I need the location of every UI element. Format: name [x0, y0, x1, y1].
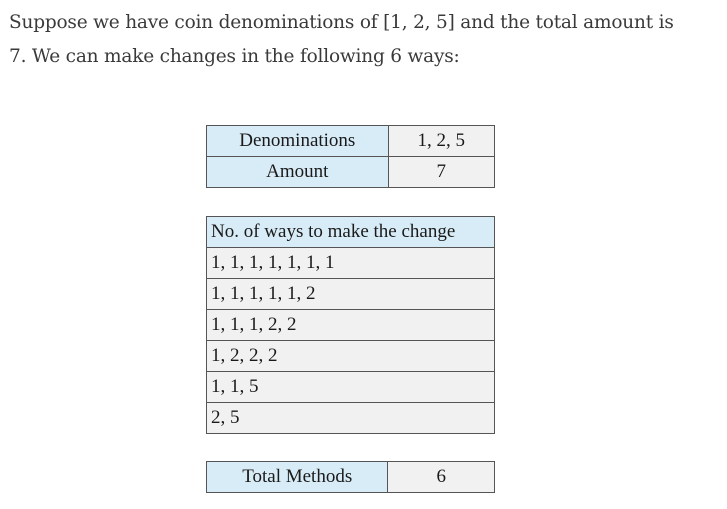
- total-methods-label: Total Methods: [205, 461, 389, 493]
- table-row: 1, 2, 2, 2: [206, 340, 495, 372]
- way-cell: 1, 1, 5: [206, 371, 495, 403]
- table-row: 1, 1, 1, 1, 1, 1, 1: [206, 247, 495, 279]
- table-row: 1, 1, 5: [206, 371, 495, 403]
- intro-text: Suppose we have coin denominations of [1…: [9, 6, 721, 74]
- input-table: Denominations 1, 2, 5 Amount 7: [206, 125, 496, 188]
- intro-line-2: 7. We can make changes in the following …: [9, 46, 460, 67]
- denominations-value: 1, 2, 5: [387, 125, 496, 157]
- ways-table: No. of ways to make the change 1, 1, 1, …: [206, 216, 495, 434]
- table-row: 1, 1, 1, 1, 1, 2: [206, 278, 495, 310]
- way-cell: 1, 1, 1, 2, 2: [206, 309, 495, 341]
- table-row: 2, 5: [206, 402, 495, 434]
- way-cell: 1, 1, 1, 1, 1, 1, 1: [206, 247, 495, 279]
- denominations-label: Denominations: [206, 125, 389, 157]
- way-cell: 1, 2, 2, 2: [206, 340, 495, 372]
- amount-value: 7: [387, 156, 496, 188]
- amount-label: Amount: [206, 156, 389, 188]
- intro-line-1: Suppose we have coin denominations of [1…: [9, 12, 674, 33]
- way-cell: 2, 5: [206, 402, 495, 434]
- table-row: Amount 7: [206, 156, 496, 188]
- way-cell: 1, 1, 1, 1, 1, 2: [206, 278, 495, 310]
- table-row: 1, 1, 1, 2, 2: [206, 309, 495, 341]
- ways-header: No. of ways to make the change: [206, 216, 495, 248]
- total-table: Total Methods 6: [205, 461, 495, 493]
- table-header-row: No. of ways to make the change: [206, 216, 495, 248]
- table-row: Total Methods 6: [205, 461, 495, 493]
- table-row: Denominations 1, 2, 5: [206, 125, 496, 157]
- total-methods-value: 6: [387, 461, 495, 493]
